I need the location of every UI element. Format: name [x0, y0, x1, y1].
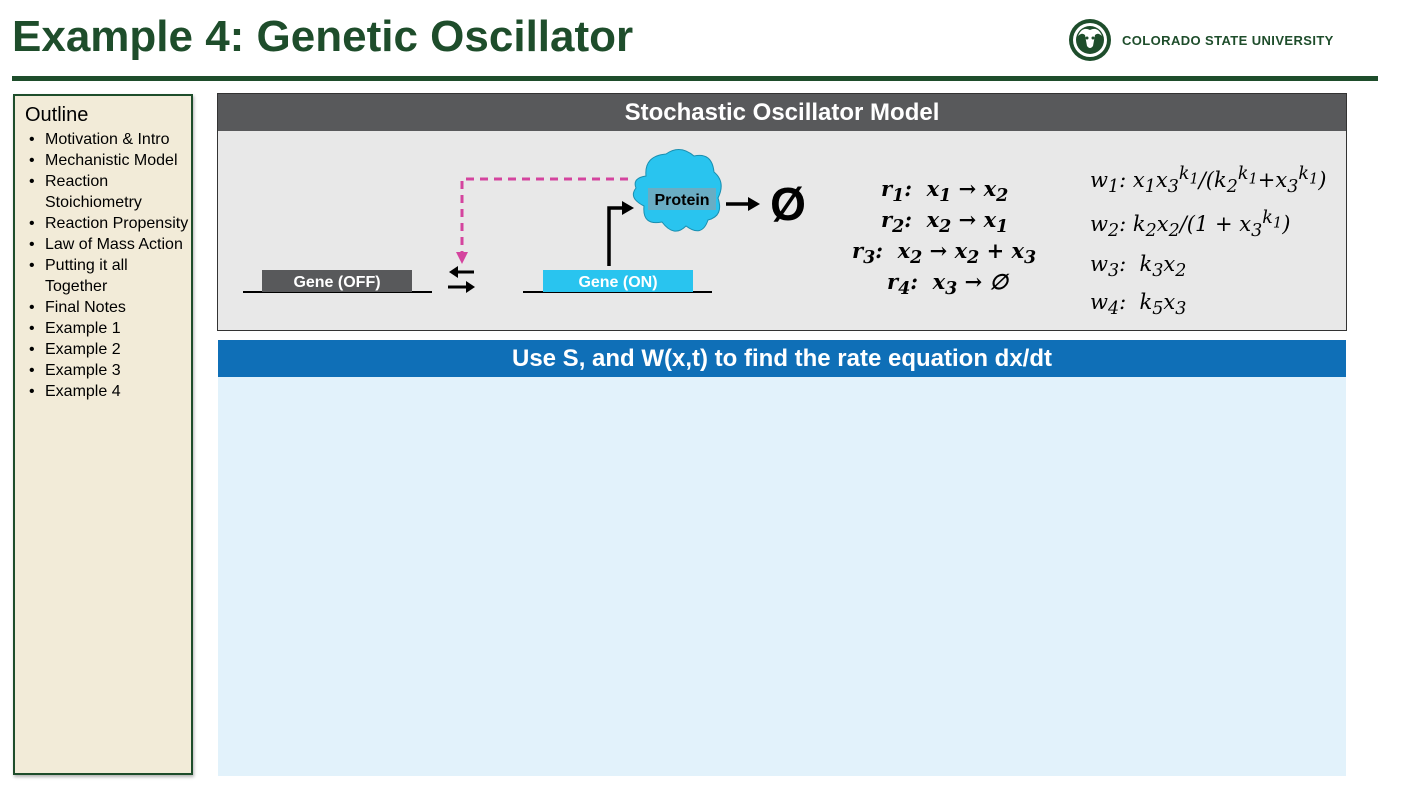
model-panel: Stochastic Oscillator Model Gene (OFF) G… [217, 93, 1347, 331]
outline-panel: Outline Motivation & Intro Mechanistic M… [13, 94, 193, 775]
degradation-arrow-icon [726, 197, 760, 211]
outline-item[interactable]: Final Notes [25, 297, 190, 318]
university-name: COLORADO STATE UNIVERSITY [1122, 32, 1334, 48]
outline-item[interactable]: Putting it all Together [25, 255, 190, 297]
outline-item[interactable]: Example 3 [25, 360, 190, 381]
promoter-arrow-icon [607, 201, 634, 266]
task-panel: Use S, and W(x,t) to find the rate equat… [218, 340, 1346, 776]
propensity-w1: w1: x1x3k1/(k2k1+x3k1) [1090, 164, 1327, 198]
outline-item[interactable]: Example 1 [25, 318, 190, 339]
protein-label: Protein [654, 192, 709, 209]
propensity-w3: w3: k3x2 [1090, 252, 1187, 282]
propensity-w2: w2: k2x2/(1 + x3k1) [1090, 208, 1291, 242]
outline-item[interactable]: Mechanistic Model [25, 150, 190, 171]
outline-item[interactable]: Reaction Stoichiometry [25, 171, 190, 213]
switch-arrows-icon [448, 266, 475, 293]
gene-on-label: Gene (ON) [578, 274, 657, 291]
outline-heading: Outline [25, 104, 89, 126]
outline-item[interactable]: Reaction Propensity [25, 213, 190, 234]
reaction-r4: r4: x3 → ∅ [887, 269, 1008, 300]
reaction-r1: r1: x1 → x2 [881, 176, 1009, 207]
reaction-r2: r2: x2 → x1 [881, 207, 1009, 238]
degradation-symbol: Ø [770, 178, 806, 230]
title-rule [12, 76, 1378, 81]
university-logo: COLORADO STATE UNIVERSITY [1068, 18, 1368, 62]
slide-title: Example 4: Genetic Oscillator [12, 12, 634, 61]
gene-off-label: Gene (OFF) [293, 274, 380, 291]
task-header: Use S, and W(x,t) to find the rate equat… [218, 340, 1346, 377]
outline-list: Motivation & Intro Mechanistic Model Rea… [25, 129, 190, 402]
repression-arrow-icon [456, 177, 628, 264]
propensity-w4: w4: k5x3 [1090, 290, 1187, 320]
outline-item[interactable]: Example 2 [25, 339, 190, 360]
outline-item[interactable]: Example 4 [25, 381, 190, 402]
outline-item[interactable]: Law of Mass Action [25, 234, 190, 255]
ram-logo-icon [1069, 19, 1111, 61]
reaction-r3: r3: x2 → x2 + x3 [852, 238, 1037, 269]
outline-item[interactable]: Motivation & Intro [25, 129, 190, 150]
